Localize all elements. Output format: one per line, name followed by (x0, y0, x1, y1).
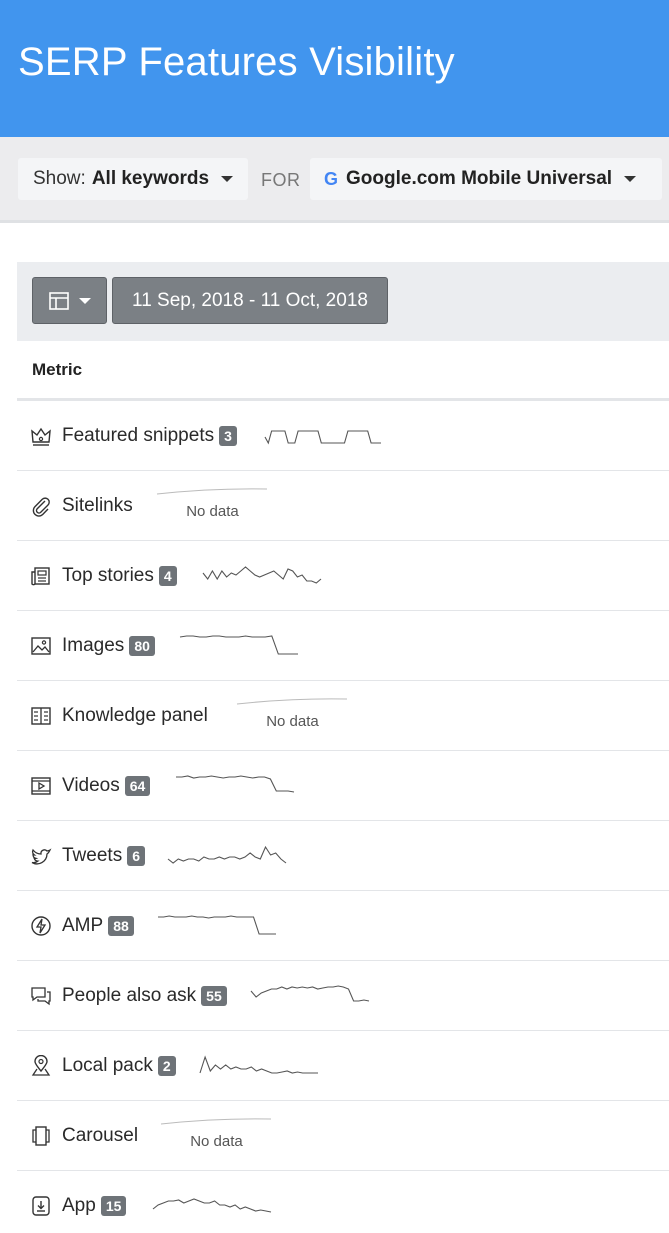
sparkline-series (167, 845, 287, 864)
chat-icon (31, 986, 51, 1005)
empty-sparkline (236, 698, 348, 705)
sparkline-chart (264, 430, 381, 445)
metric-label[interactable]: AMP (62, 915, 103, 937)
metric-label[interactable]: Videos (62, 775, 120, 797)
sparkline-series (152, 1198, 272, 1213)
sparkline-chart (152, 1198, 272, 1213)
empty-sparkline (160, 1118, 272, 1125)
sparkline-chart (250, 985, 370, 1002)
metric-label[interactable]: Featured snippets (62, 425, 214, 447)
sparkline-series (199, 1055, 318, 1074)
metric-label[interactable]: Carousel (62, 1125, 138, 1147)
sparkline-chart (202, 566, 322, 584)
video-icon (31, 776, 51, 795)
search-engine-dropdown[interactable]: G Google.com Mobile Universal (310, 158, 662, 200)
no-data-placeholder: No data (155, 486, 270, 526)
crown-icon (31, 427, 51, 446)
metric-label[interactable]: Top stories (62, 565, 154, 587)
sparkline-chart (158, 915, 276, 935)
metric-label[interactable]: Images (62, 635, 124, 657)
metrics-table: Metric Featured snippets 3 Sitelinks No dat… (17, 341, 669, 1233)
column-header-metric: Metric (17, 341, 669, 401)
newspaper-icon (31, 566, 50, 585)
engine-value: Google.com Mobile Universal (346, 168, 613, 189)
date-range-picker[interactable]: 11 Sep, 2018 - 11 Oct, 2018 (112, 277, 388, 324)
count-badge: 2 (157, 1055, 176, 1076)
count-badge: 3 (219, 425, 237, 446)
filter-bar: Show: All keywords FOR G Google.com Mobi… (0, 137, 669, 223)
keyword-filter-dropdown[interactable]: Show: All keywords (18, 158, 248, 200)
sparkline-series (264, 430, 381, 445)
page-title: SERP Features Visibility (18, 40, 455, 84)
bird-icon (31, 847, 52, 864)
no-data-label: No data (190, 1133, 243, 1150)
sparkline-series (179, 635, 298, 655)
table-row: Carousel No data (17, 1101, 669, 1171)
caret-down-icon (78, 297, 91, 304)
table-toolbar: 11 Sep, 2018 - 11 Oct, 2018 (17, 262, 669, 341)
no-data-placeholder: No data (159, 1116, 274, 1156)
table-row: Top stories 4 (17, 541, 669, 611)
table-row: AMP 88 (17, 891, 669, 961)
count-badge: 15 (100, 1195, 127, 1216)
image-icon (31, 636, 51, 655)
pin-icon (31, 1054, 51, 1076)
carousel-icon (32, 1125, 50, 1146)
download-icon (32, 1195, 50, 1216)
sparkline-chart (176, 775, 295, 793)
layout-icon (48, 291, 69, 310)
google-icon: G (324, 168, 339, 189)
sparkline-chart (179, 635, 298, 655)
metric-label[interactable]: App (62, 1195, 96, 1217)
table-row: Featured snippets 3 (17, 401, 669, 471)
no-data-label: No data (186, 503, 239, 520)
metric-label[interactable]: Tweets (62, 845, 122, 867)
empty-sparkline (156, 488, 268, 495)
metric-label[interactable]: Local pack (62, 1055, 153, 1077)
table-row: Tweets 6 (17, 821, 669, 891)
paperclip-icon (32, 496, 50, 517)
metric-label[interactable]: Knowledge panel (62, 705, 208, 727)
table-row: Knowledge panel No data (17, 681, 669, 751)
no-data-label: No data (266, 713, 319, 730)
table-row: Sitelinks No data (17, 471, 669, 541)
sparkline-chart (167, 845, 287, 864)
sparkline-series (202, 566, 322, 584)
metric-label[interactable]: Sitelinks (62, 495, 133, 517)
table-row: People also ask 55 (17, 961, 669, 1031)
for-label: FOR (261, 170, 301, 190)
table-row: Local pack 2 (17, 1031, 669, 1101)
no-data-placeholder: No data (235, 696, 350, 736)
table-row: Videos 64 (17, 751, 669, 821)
sparkline-series (250, 985, 370, 1002)
count-badge: 80 (129, 635, 155, 656)
count-badge: 55 (201, 985, 227, 1006)
sparkline-chart (199, 1055, 318, 1074)
page-header: SERP Features Visibility (0, 0, 669, 137)
count-badge: 64 (124, 775, 151, 796)
table-row: Images 80 (17, 611, 669, 681)
table-row: App 15 (17, 1171, 669, 1233)
show-value: All keywords (91, 168, 210, 189)
count-badge: 88 (108, 915, 134, 936)
caret-down-icon (624, 176, 637, 182)
count-badge: 4 (158, 565, 177, 586)
count-badge: 6 (127, 845, 145, 866)
book-icon (31, 706, 51, 725)
sparkline-series (158, 915, 276, 935)
metric-label[interactable]: People also ask (62, 985, 196, 1007)
layout-toggle-button[interactable] (32, 277, 107, 324)
lightning-icon (31, 915, 51, 936)
show-label: Show: (33, 168, 86, 189)
caret-down-icon (221, 176, 234, 182)
sparkline-series (176, 775, 295, 793)
